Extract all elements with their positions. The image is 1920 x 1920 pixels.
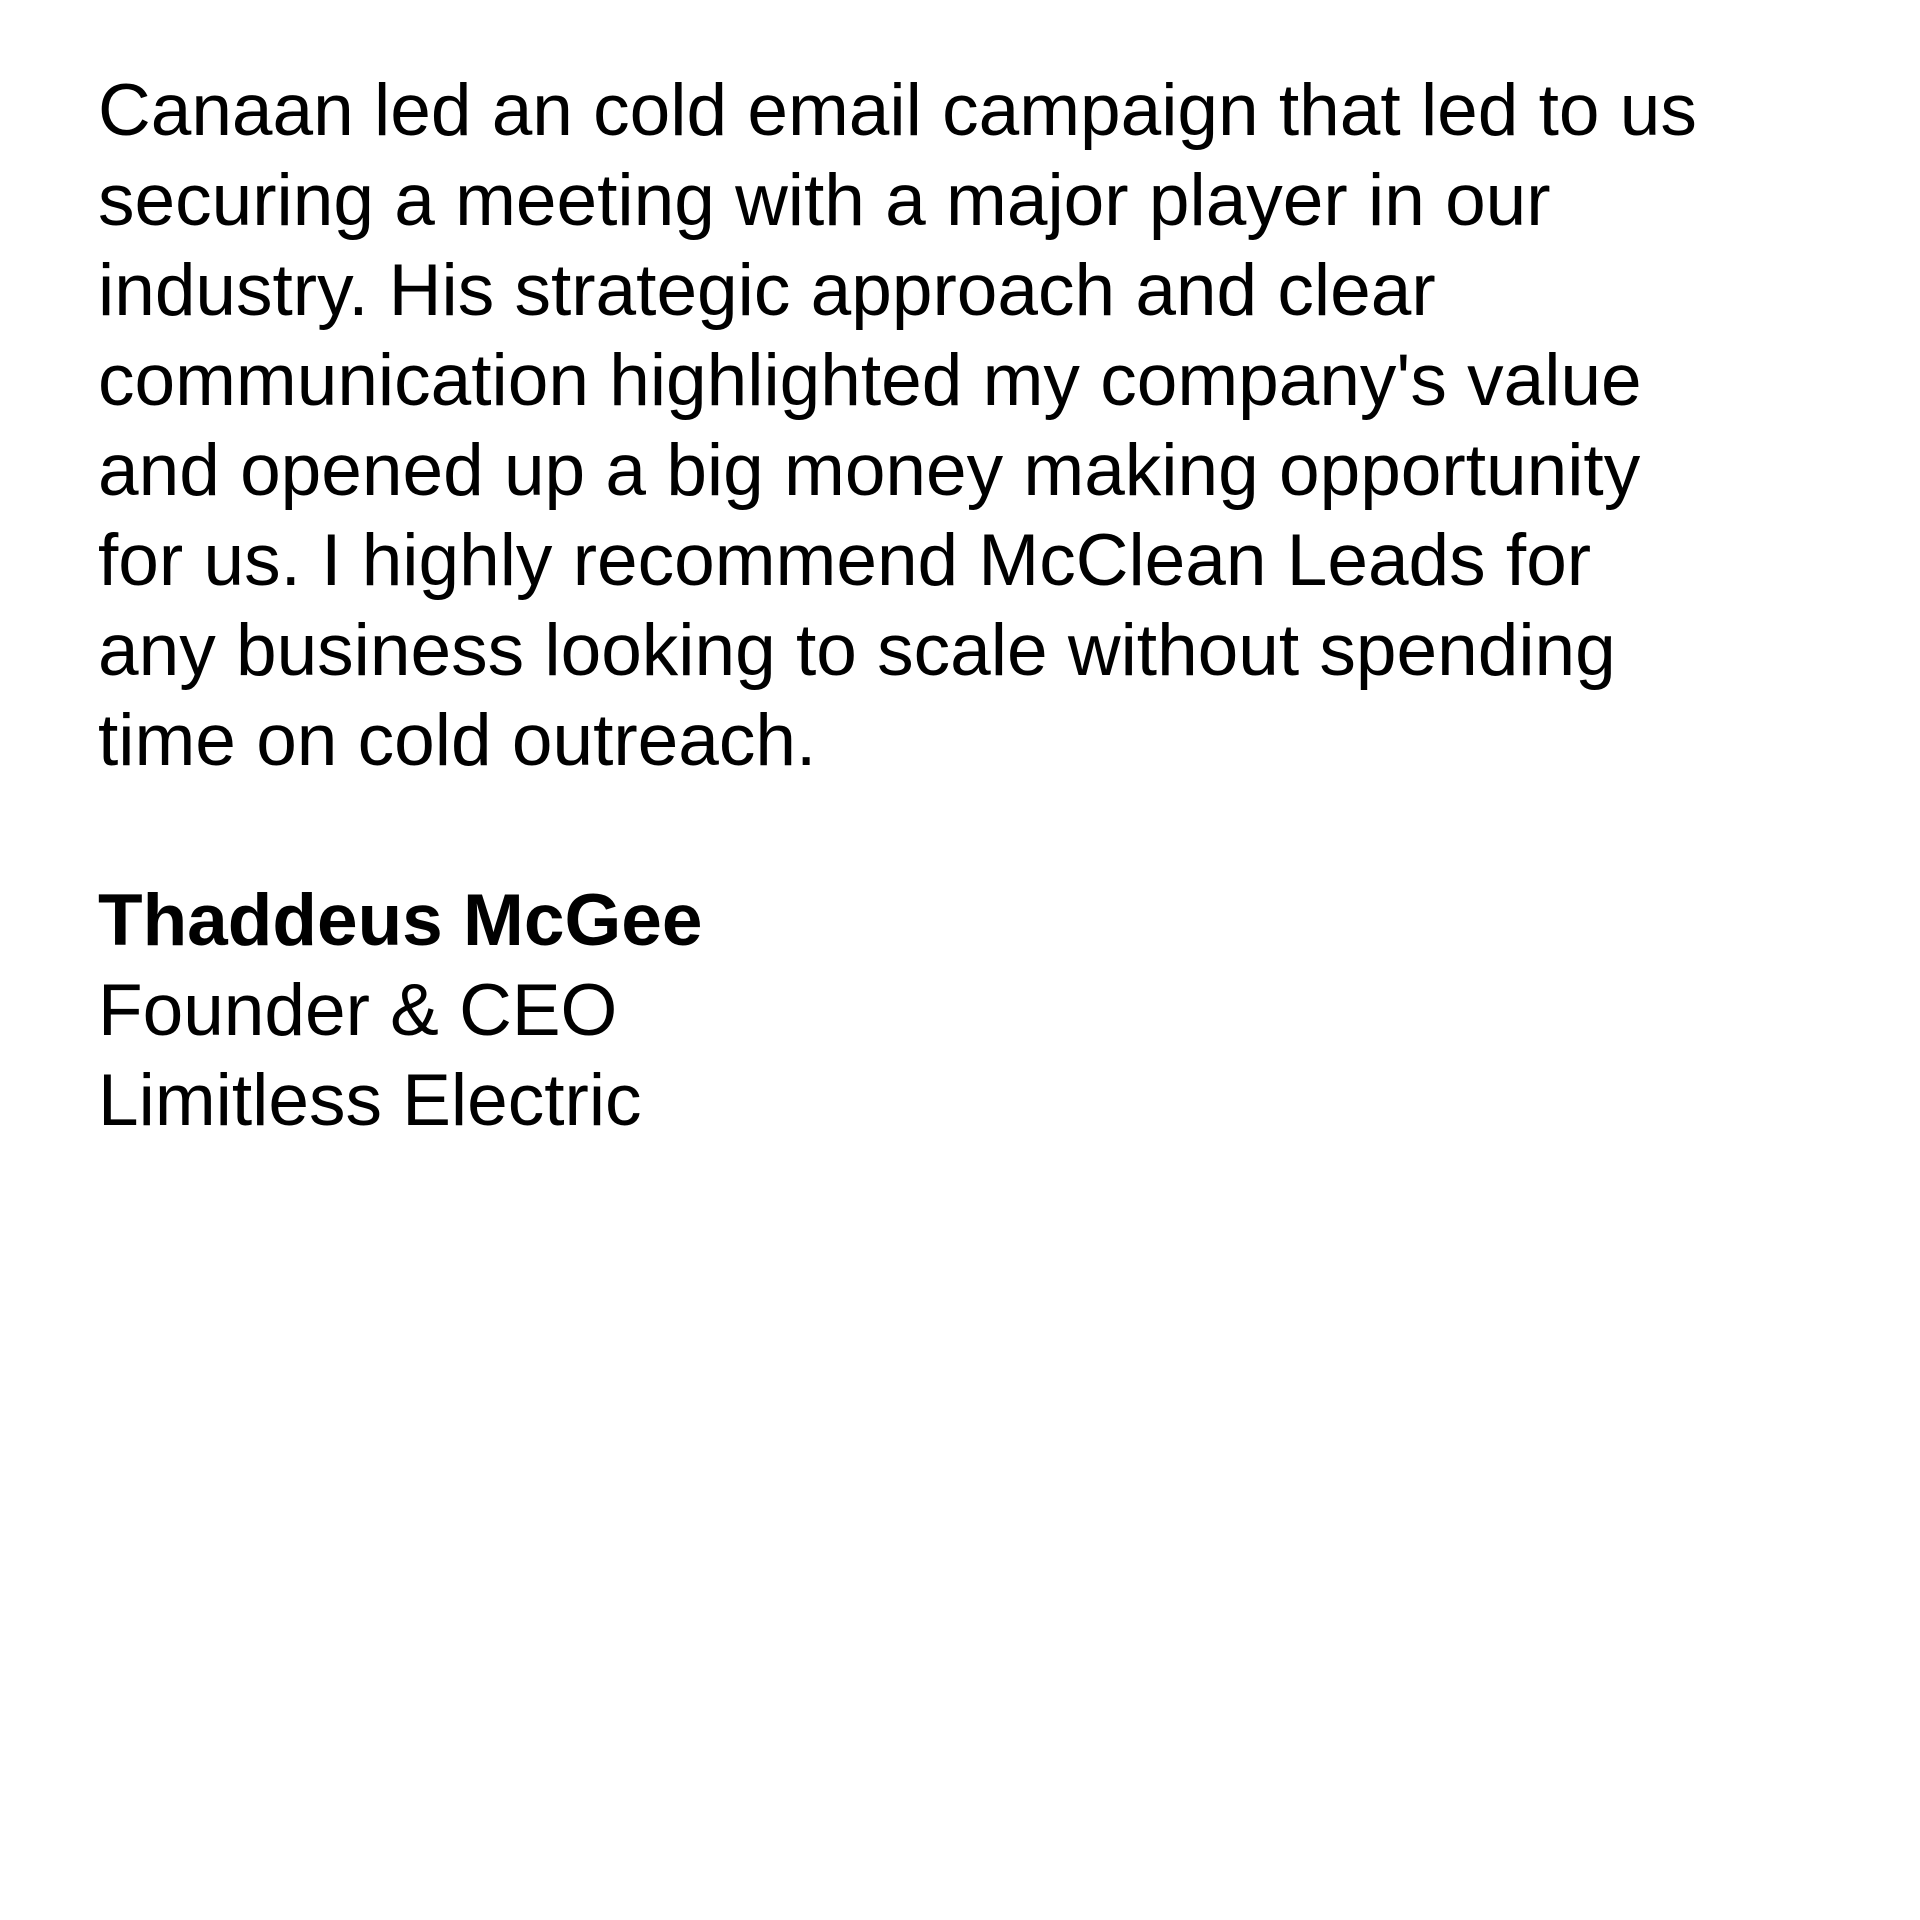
quote-line: any business looking to scale without sp… [98, 610, 1616, 691]
quote-line: and opened up a big money making opportu… [98, 430, 1641, 511]
author-role: Founder & CEO [98, 970, 618, 1051]
author-company: Limitless Electric [98, 1060, 642, 1141]
quote-line: securing a meeting with a major player i… [98, 160, 1551, 241]
quote-line: industry. His strategic approach and cle… [98, 250, 1436, 331]
testimonial-quote: Canaan led an cold email campaign that l… [98, 66, 1858, 786]
author-name: Thaddeus McGee [98, 880, 703, 961]
quote-line: time on cold outreach. [98, 700, 817, 781]
testimonial: Canaan led an cold email campaign that l… [98, 66, 1858, 1146]
quote-line: Canaan led an cold email campaign that l… [98, 70, 1697, 151]
testimonial-attribution: Thaddeus McGee Founder & CEO Limitless E… [98, 876, 1858, 1146]
quote-line: for us. I highly recommend McClean Leads… [98, 520, 1592, 601]
quote-line: communication highlighted my company's v… [98, 340, 1642, 421]
